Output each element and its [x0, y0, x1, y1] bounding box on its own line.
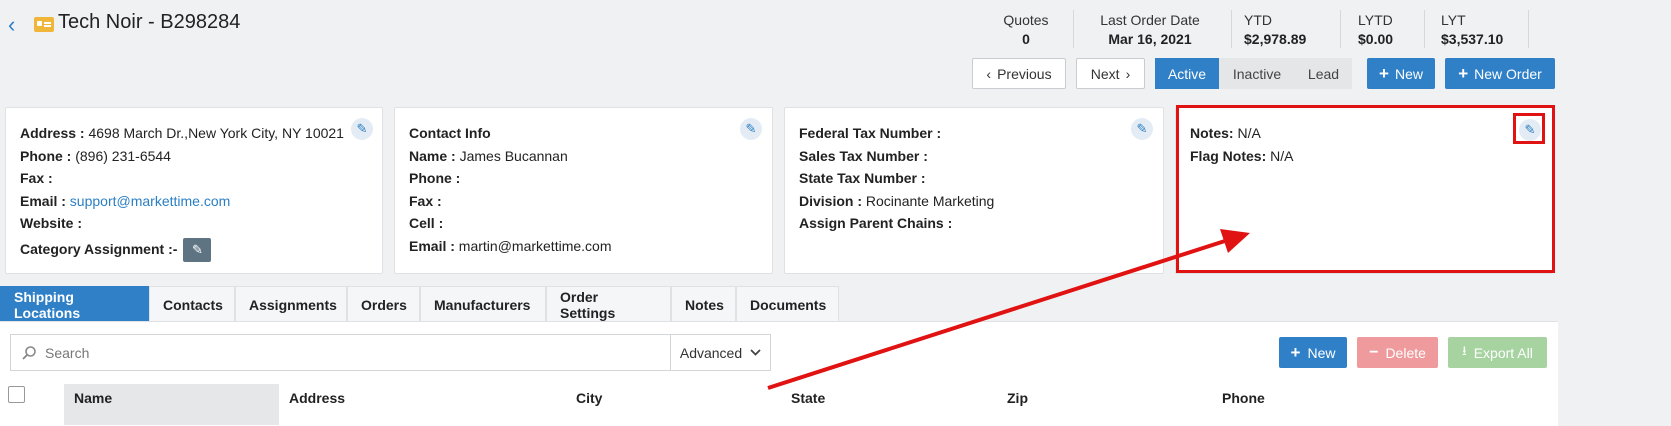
annotation-arrow	[767, 229, 1250, 390]
